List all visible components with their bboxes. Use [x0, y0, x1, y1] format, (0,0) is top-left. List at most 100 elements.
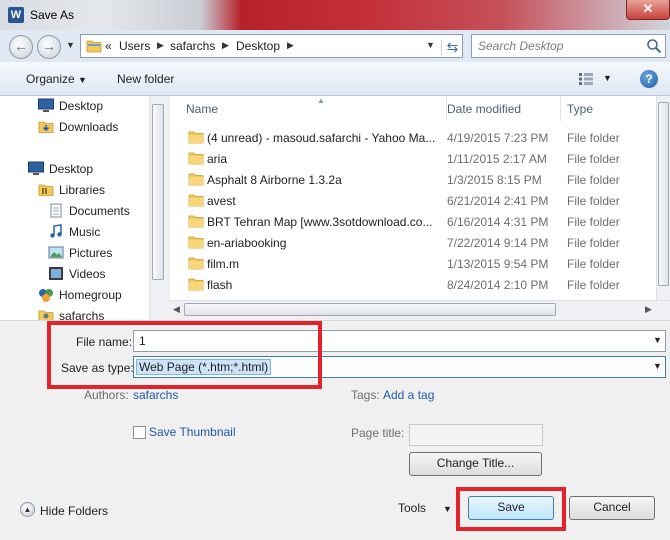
file-list-vertical-scrollbar[interactable] [656, 96, 670, 300]
nav-item-label: Desktop [49, 162, 94, 176]
scrollbar-thumb[interactable] [152, 104, 164, 280]
user-icon [38, 310, 54, 320]
folder-icon [188, 278, 204, 291]
chevron-down-icon: ▼ [78, 75, 87, 85]
file-list-horizontal-scrollbar[interactable]: ◀ ▶ [170, 300, 670, 318]
table-row[interactable]: en-ariabooking 7/22/2014 9:14 PM File fo… [170, 232, 656, 253]
file-date: 1/11/2015 2:17 AM [447, 152, 547, 166]
file-type: File folder [567, 236, 620, 250]
navigation-pane: Desktop Downloads Desktop Libraries Docu… [0, 96, 165, 320]
scroll-right-icon[interactable]: ▶ [645, 304, 652, 315]
nav-item-label: Desktop [59, 99, 104, 113]
file-name: Asphalt 8 Airborne 1.3.2a [207, 173, 342, 187]
file-type: File folder [567, 131, 620, 145]
pictures-icon [48, 246, 64, 259]
desktop-icon [28, 161, 44, 175]
back-button[interactable]: ← [9, 35, 33, 59]
nav-item-label: Videos [69, 267, 106, 281]
address-bar[interactable]: « Users ▶ safarchs ▶ Desktop ▶ ▼ ⇆ [80, 34, 463, 58]
music-icon [50, 224, 62, 238]
save-thumbnail-checkbox[interactable] [133, 426, 146, 439]
page-title-label: Page title: [351, 426, 405, 440]
column-header-type[interactable]: Type [561, 96, 656, 121]
file-type: File folder [567, 278, 620, 292]
chevron-down-icon[interactable]: ▼ [443, 504, 452, 514]
authors-value[interactable]: safarchs [133, 388, 178, 402]
file-date: 6/16/2014 4:31 PM [447, 215, 549, 229]
chevron-down-icon[interactable]: ▼ [653, 335, 662, 345]
folder-icon [188, 173, 204, 186]
table-row[interactable]: flash 8/24/2014 2:10 PM File folder [170, 274, 656, 295]
file-name: film.m [207, 257, 239, 271]
file-name: (4 unread) - masoud.safarchi - Yahoo Ma.… [207, 131, 436, 145]
breadcrumb-desktop[interactable]: Desktop [236, 39, 280, 53]
table-row[interactable]: avest 6/21/2014 2:41 PM File folder [170, 190, 656, 211]
column-header-date[interactable]: Date modified [441, 96, 561, 121]
libraries-icon [38, 184, 54, 196]
videos-icon [49, 267, 63, 280]
file-date: 1/13/2015 9:54 PM [447, 257, 549, 271]
view-options-icon[interactable] [578, 72, 594, 86]
hide-folders-icon[interactable]: ▲ [20, 502, 35, 517]
cancel-button[interactable]: Cancel [569, 496, 655, 520]
command-toolbar: Organize ▼ New folder ▼ ? [0, 62, 670, 96]
forward-button[interactable]: → [37, 35, 61, 59]
desktop-icon [38, 98, 54, 112]
breadcrumb-users[interactable]: Users [119, 39, 150, 53]
homegroup-icon [39, 289, 53, 302]
table-row[interactable]: (4 unread) - masoud.safarchi - Yahoo Ma.… [170, 127, 656, 148]
file-name: en-ariabooking [207, 236, 287, 250]
change-title-button[interactable]: Change Title... [409, 452, 542, 476]
help-icon[interactable]: ? [640, 70, 658, 88]
folder-icon [86, 40, 102, 53]
address-history-dropdown-icon[interactable]: ▼ [426, 40, 435, 50]
navigation-pane-scrollbar[interactable] [149, 96, 165, 320]
close-button[interactable]: ✕ [626, 0, 670, 20]
search-box[interactable]: Search Desktop [471, 34, 666, 58]
tools-button[interactable]: Tools [398, 501, 426, 515]
breadcrumb-user[interactable]: safarchs [170, 39, 215, 53]
file-type: File folder [567, 257, 620, 271]
refresh-icon[interactable]: ⇆ [441, 40, 463, 56]
file-date: 1/3/2015 8:15 PM [447, 173, 542, 187]
file-list: Name ▲ Date modified Type (4 unread) - m… [170, 96, 656, 300]
downloads-folder-icon [38, 121, 54, 133]
column-header-name[interactable]: Name ▲ [180, 96, 447, 121]
file-name: avest [207, 194, 236, 208]
file-type: File folder [567, 194, 620, 208]
file-date: 7/22/2014 9:14 PM [447, 236, 549, 250]
file-type: File folder [567, 152, 620, 166]
documents-icon [50, 203, 62, 218]
breadcrumb-separator-icon[interactable]: ▶ [157, 40, 164, 51]
window-title: Save As [30, 8, 75, 22]
organize-button[interactable]: Organize ▼ [26, 72, 87, 86]
folder-icon [188, 257, 204, 270]
scrollbar-thumb[interactable] [184, 303, 556, 316]
scrollbar-thumb[interactable] [658, 102, 669, 286]
new-folder-button[interactable]: New folder [117, 72, 174, 86]
table-row[interactable]: BRT Tehran Map [www.3sotdownload.co... 6… [170, 211, 656, 232]
recent-pages-dropdown[interactable]: ▼ [66, 40, 75, 50]
word-app-icon: W [8, 7, 24, 23]
hide-folders-button[interactable]: Hide Folders [40, 504, 108, 518]
search-icon[interactable] [646, 38, 662, 54]
scroll-left-icon[interactable]: ◀ [173, 304, 180, 315]
navigation-bar: ← → ▼ « Users ▶ safarchs ▶ Desktop ▶ ▼ ⇆… [0, 30, 670, 62]
column-header-label: Name [186, 102, 219, 116]
breadcrumb-separator-icon[interactable]: ▶ [287, 40, 294, 51]
breadcrumb-overflow[interactable]: « [105, 39, 112, 53]
view-dropdown-icon[interactable]: ▼ [603, 73, 612, 83]
nav-item-label: Downloads [59, 120, 119, 134]
table-row[interactable]: aria 1/11/2015 2:17 AM File folder [170, 148, 656, 169]
authors-label: Authors: [84, 388, 129, 402]
tags-add-link[interactable]: Add a tag [383, 388, 434, 402]
nav-item-label: Documents [69, 204, 130, 218]
chevron-down-icon[interactable]: ▼ [653, 361, 662, 371]
folder-icon [188, 215, 204, 228]
breadcrumb-separator-icon[interactable]: ▶ [222, 40, 229, 51]
table-row[interactable]: Asphalt 8 Airborne 1.3.2a 1/3/2015 8:15 … [170, 169, 656, 190]
save-button[interactable]: Save [468, 496, 554, 520]
table-row[interactable]: film.m 1/13/2015 9:54 PM File folder [170, 253, 656, 274]
save-thumbnail-label[interactable]: Save Thumbnail [149, 425, 236, 439]
nav-item-label: Libraries [59, 183, 106, 197]
